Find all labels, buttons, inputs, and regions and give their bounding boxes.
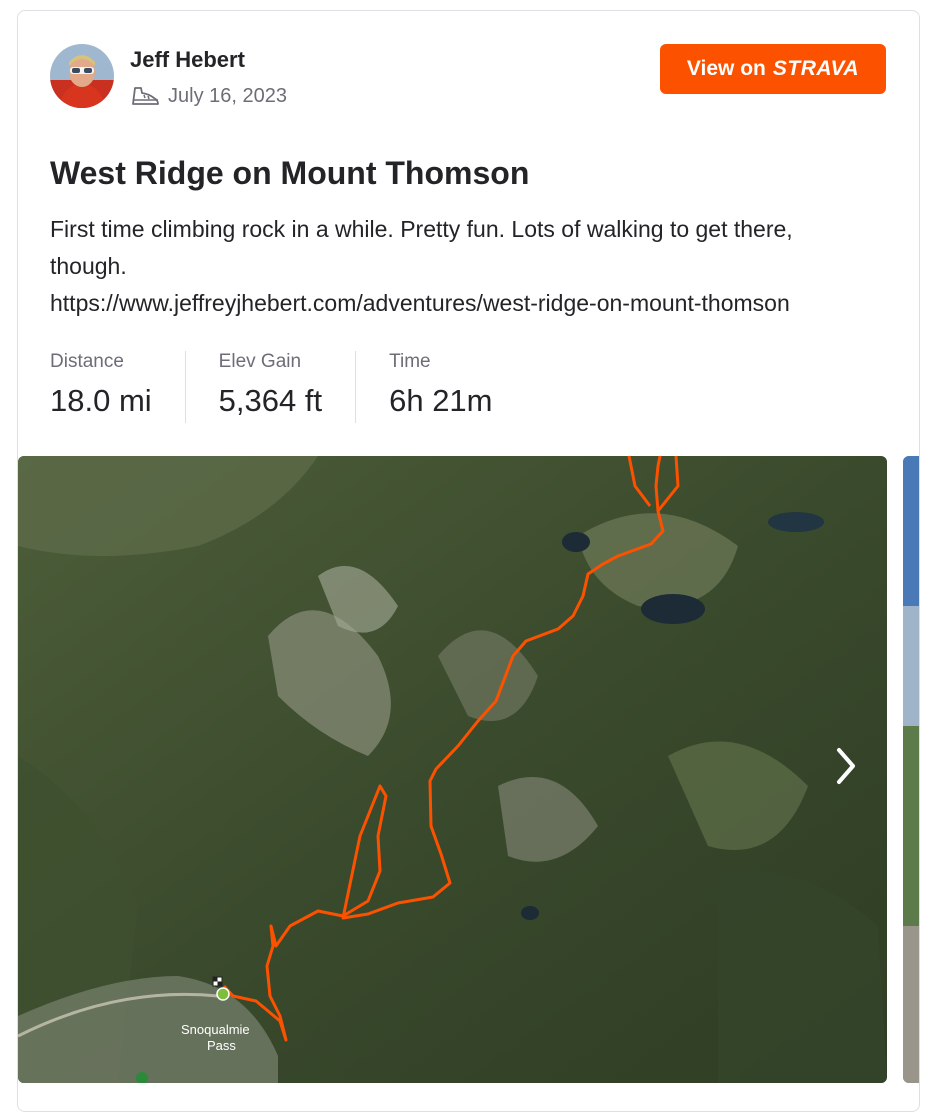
- activity-description: First time climbing rock in a while. Pre…: [50, 211, 850, 322]
- stat-value: 5,364 ft: [218, 383, 323, 418]
- satellite-map-image: Snoqualmie Pass: [18, 456, 887, 1083]
- stat-value: 18.0 mi: [50, 383, 152, 418]
- chevron-right-icon: [837, 748, 855, 784]
- avatar-image: [50, 44, 114, 108]
- description-link[interactable]: https://www.jeffreyjhebert.com/adventure…: [50, 285, 840, 322]
- activity-meta: July 16, 2023: [130, 83, 287, 109]
- stat-divider: [355, 351, 357, 423]
- stat-label: Time: [389, 351, 431, 372]
- stat-label: Elev Gain: [218, 351, 302, 372]
- athlete-name[interactable]: Jeff Hebert: [130, 47, 245, 73]
- hike-shoe-icon: [132, 87, 159, 105]
- stat-value: 6h 21m: [389, 383, 493, 418]
- route-map[interactable]: Snoqualmie Pass: [18, 456, 887, 1083]
- view-on-strava-button[interactable]: View on STRAVA: [660, 44, 886, 94]
- place-label-line2: Pass: [207, 1038, 236, 1053]
- strava-logo: STRAVA: [772, 57, 860, 80]
- activity-title[interactable]: West Ridge on Mount Thomson: [50, 155, 529, 192]
- activity-date: July 16, 2023: [168, 84, 287, 107]
- stat-elev-gain: Elev Gain 5,364 ft: [219, 351, 322, 425]
- avatar[interactable]: [50, 44, 114, 108]
- stats-row: Distance 18.0 mi Elev Gain 5,364 ft Time…: [50, 351, 493, 425]
- next-photo-button[interactable]: [826, 746, 866, 786]
- strava-button-prefix: View on: [686, 57, 766, 80]
- place-label-line1: Snoqualmie: [181, 1022, 250, 1037]
- stat-label: Distance: [50, 351, 124, 372]
- stat-time: Time 6h 21m: [389, 351, 492, 425]
- activity-card: Jeff Hebert July 16, 2023 View on STRAVA…: [17, 10, 920, 1112]
- stat-divider: [184, 351, 186, 423]
- next-photo-thumbnail: [903, 456, 919, 1083]
- description-text: First time climbing rock in a while. Pre…: [50, 216, 793, 279]
- next-photo-preview[interactable]: [903, 456, 919, 1083]
- stat-distance: Distance 18.0 mi: [50, 351, 152, 425]
- start-marker-icon: [216, 987, 230, 1001]
